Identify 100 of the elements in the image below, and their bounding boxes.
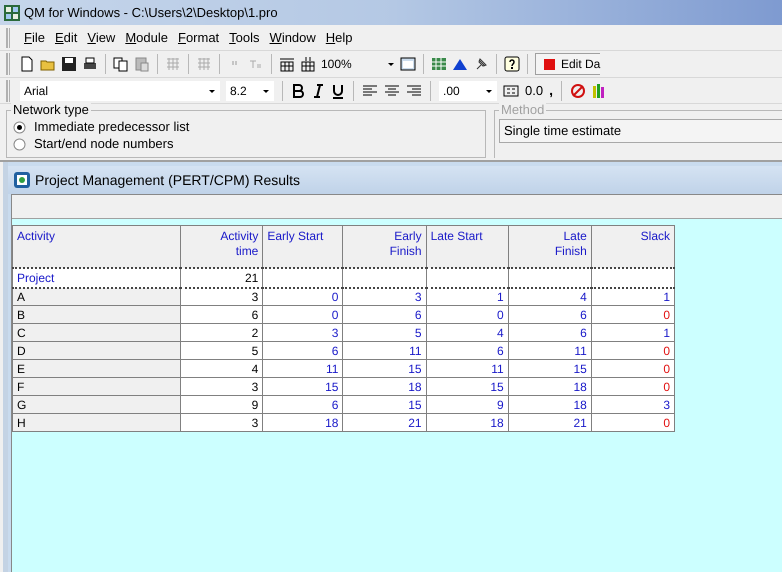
table-icon[interactable]: [431, 56, 447, 72]
table-cell: 0: [591, 378, 674, 396]
font-size-dropdown[interactable]: 8.2: [226, 80, 274, 100]
column-header: Early Start: [267, 229, 324, 244]
results-window-title: Project Management (PERT/CPM) Results: [35, 170, 300, 190]
table-cell: H: [12, 414, 181, 432]
table-cell: 3: [180, 414, 263, 432]
menu-item[interactable]: Module: [121, 28, 172, 48]
new-file-icon[interactable]: [19, 56, 35, 72]
bold-icon[interactable]: [291, 82, 305, 98]
table-cell: 6: [342, 306, 426, 324]
table-cell: 4: [180, 360, 263, 378]
table-cell: 18: [508, 396, 592, 414]
table-cell: B: [12, 306, 181, 324]
color-bars-icon[interactable]: [592, 82, 604, 98]
app-icon: [4, 4, 20, 20]
table-cell: 15: [508, 360, 592, 378]
table-cell: 3: [591, 396, 674, 414]
table-cell: 21: [342, 414, 426, 432]
table-cell: 0: [426, 306, 508, 324]
table-cell: 4: [508, 288, 592, 306]
radio-button[interactable]: [13, 120, 26, 134]
window-icon[interactable]: [400, 56, 416, 72]
group-title: Network type: [11, 102, 91, 118]
menu-item[interactable]: File: [20, 28, 49, 48]
menu-item[interactable]: Help: [322, 28, 357, 48]
table-cell: 18: [426, 414, 508, 432]
table-cell: G: [12, 396, 181, 414]
window-title: QM for Windows - C:\Users\2\Desktop\1.pro: [24, 4, 278, 22]
menu-item[interactable]: Tools: [225, 28, 264, 48]
dropdown-arrow-icon: [262, 88, 270, 94]
table-cell: 3: [180, 378, 263, 396]
comma-button[interactable]: ,: [549, 80, 553, 101]
zoom-dropdown[interactable]: 100%: [321, 54, 395, 74]
table-cell: 18: [342, 378, 426, 396]
menu-item[interactable]: Edit: [50, 28, 82, 48]
column-header: Early Finish: [390, 229, 422, 259]
column-header: Late Start: [430, 229, 483, 244]
table-cell: 1: [591, 324, 674, 342]
menu-item[interactable]: Format: [174, 28, 224, 48]
table-cell: 18: [508, 378, 592, 396]
table-cell: 0: [591, 342, 674, 360]
radio-button[interactable]: [13, 138, 26, 150]
table-cell: 6: [508, 306, 592, 324]
italic-icon[interactable]: [311, 82, 325, 98]
table-cell: A: [12, 288, 181, 306]
table-cell: 15: [342, 396, 426, 414]
table-cell: 9: [180, 396, 263, 414]
save-icon[interactable]: [61, 56, 77, 72]
table-cell: 0: [591, 360, 674, 378]
stop-icon: [544, 58, 555, 70]
edit-data-button[interactable]: Edit Da: [535, 53, 600, 75]
table-cell: 5: [180, 342, 263, 360]
option-label: Start/end node numbers: [34, 136, 174, 152]
table-cell: 0: [262, 306, 343, 324]
table-cell: 4: [426, 324, 508, 342]
no-zero-icon[interactable]: [570, 82, 586, 98]
copy-icon[interactable]: [113, 56, 129, 72]
underline-icon[interactable]: [331, 82, 345, 98]
table-cell: 6: [426, 342, 508, 360]
table-cell: 15: [426, 378, 508, 396]
zoom-value: 100%: [321, 56, 353, 73]
menu-item[interactable]: Window: [266, 28, 320, 48]
table-cell: 11: [426, 360, 508, 378]
table-cell: 11: [508, 342, 592, 360]
decimals-dropdown[interactable]: .00: [439, 80, 497, 100]
table-cell: 2: [180, 324, 263, 342]
align-center-icon[interactable]: [384, 82, 400, 98]
dropdown-arrow-icon: [485, 88, 493, 94]
table-cell: 11: [262, 360, 343, 378]
paste-icon[interactable]: [134, 56, 150, 72]
printer-icon[interactable]: [82, 56, 98, 72]
table-cell: 9: [426, 396, 508, 414]
dropdown-arrow-icon: [208, 88, 216, 94]
table-cell: 6: [262, 342, 343, 360]
table-cell: 3: [262, 324, 343, 342]
table-cell: F: [12, 378, 181, 396]
column-insert-icon[interactable]: [300, 56, 316, 72]
menu-item[interactable]: View: [83, 28, 120, 48]
table-cell: 3: [342, 288, 426, 306]
table-cell: C: [12, 324, 181, 342]
option-label: Immediate predecessor list: [34, 119, 190, 135]
font-dropdown[interactable]: Arial: [20, 80, 220, 100]
table-cell: E: [12, 360, 181, 378]
column-header: Slack: [640, 229, 670, 244]
table-cell: 6: [262, 396, 343, 414]
fix-decimal-icon[interactable]: [503, 82, 519, 98]
table-cell: 5: [342, 324, 426, 342]
table-cell: 1: [426, 288, 508, 306]
method-field[interactable]: Single time estimate: [499, 119, 782, 143]
help-icon[interactable]: [504, 56, 520, 72]
table-cell: 0: [591, 414, 674, 432]
table-cell: 15: [262, 378, 343, 396]
table-cell: 0: [591, 306, 674, 324]
decimal-format-button[interactable]: 0.0: [525, 80, 544, 100]
align-right-icon[interactable]: [406, 82, 422, 98]
table-cell: 1: [591, 288, 674, 306]
column-header: Activity time: [220, 229, 258, 259]
column-width-icon[interactable]: [279, 56, 295, 72]
align-left-icon[interactable]: [362, 82, 378, 98]
